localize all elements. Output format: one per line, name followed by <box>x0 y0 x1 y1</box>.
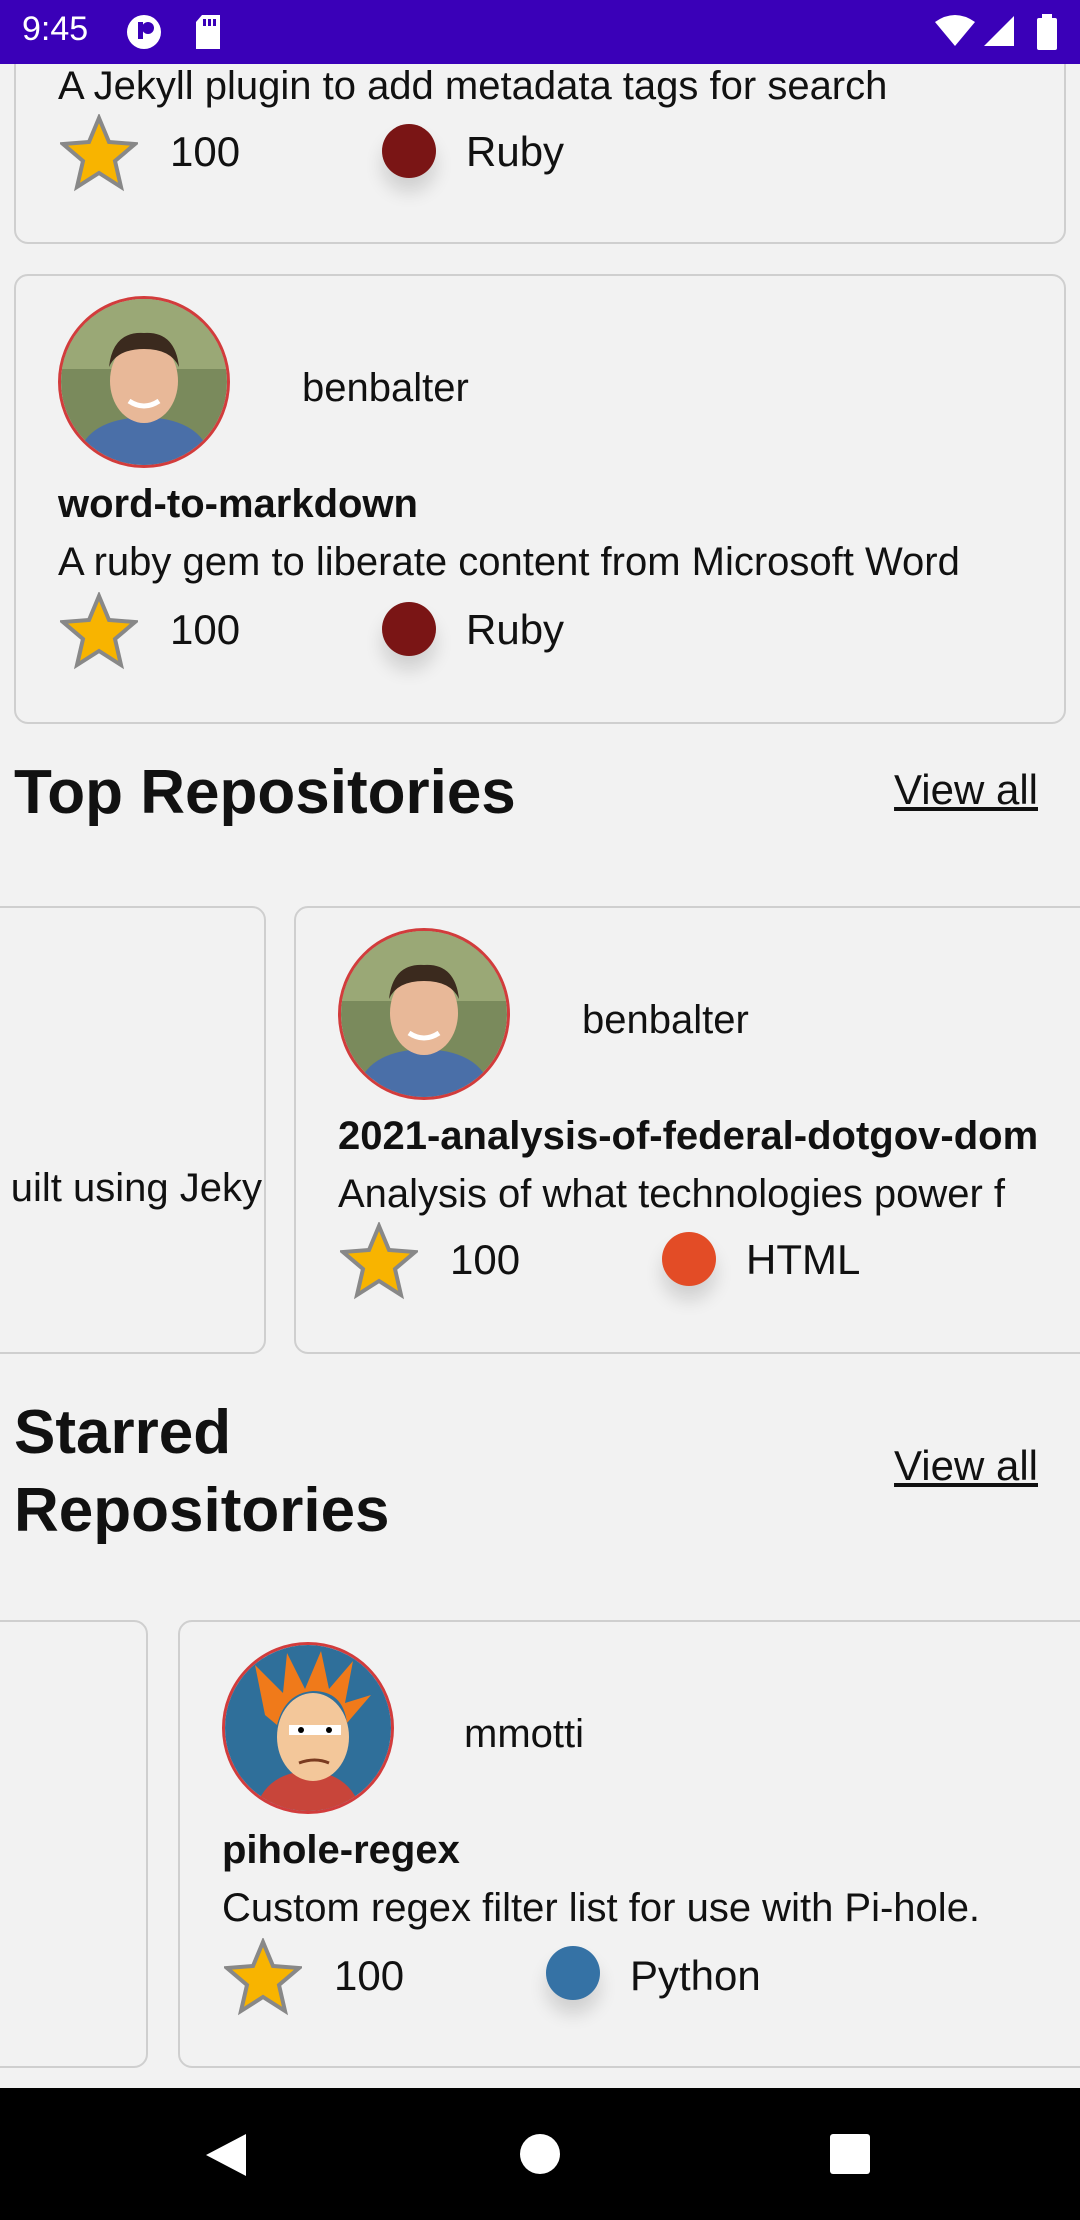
repo-description: Custom regex filter list for use with Pi… <box>222 1886 981 1930</box>
star-icon <box>60 592 138 670</box>
avatar <box>338 928 510 1100</box>
star-icon <box>60 114 138 192</box>
language-label: Ruby <box>466 128 565 175</box>
avatar-portrait-icon <box>61 299 227 465</box>
status-bar: 9:45 <box>0 0 1080 64</box>
system-navigation-bar <box>0 2088 1080 2220</box>
repo-description: A Jekyll plugin to add metadata tags for… <box>58 64 888 108</box>
view-all-top-repositories-link[interactable]: View all <box>894 766 1038 814</box>
avatar-cartoon-icon <box>225 1645 391 1811</box>
avatar-portrait-icon <box>341 931 507 1097</box>
star-icon <box>340 1222 418 1300</box>
repo-name: pihole-regex <box>222 1828 460 1872</box>
section-title-line: Repositories <box>14 1476 390 1545</box>
repo-owner: benbalter <box>582 998 749 1042</box>
avatar <box>222 1642 394 1814</box>
language-label: HTML <box>746 1236 861 1283</box>
status-time: 9:45 <box>22 10 89 48</box>
star-count: 100 <box>170 128 241 175</box>
scroll-content[interactable]: A Jekyll plugin to add metadata tags for… <box>0 64 1080 2088</box>
back-icon[interactable] <box>204 2132 248 2178</box>
language-color-dot <box>546 1946 600 2000</box>
section-title-line: Starred <box>14 1398 232 1467</box>
repo-name: word-to-markdown <box>58 482 418 526</box>
repo-card[interactable]: benbalter 2021-analysis-of-federal-dotgo… <box>294 906 1080 1354</box>
view-all-starred-repositories-link[interactable]: View all <box>894 1442 1038 1490</box>
home-icon[interactable] <box>518 2132 562 2176</box>
repo-owner: benbalter <box>302 366 469 410</box>
avatar <box>58 296 230 468</box>
repo-description-partial: uilt using Jeky <box>10 1166 262 1210</box>
sd-card-icon <box>196 15 220 49</box>
language-label: Ruby <box>466 606 565 653</box>
star-count: 100 <box>170 606 241 653</box>
battery-icon <box>1037 14 1057 50</box>
language-color-dot <box>382 602 436 656</box>
language-label: Python <box>630 1952 761 1999</box>
wifi-icon <box>935 15 975 46</box>
repo-card-partial[interactable] <box>0 1620 148 2068</box>
repo-name: 2021-analysis-of-federal-dotgov-dom <box>338 1114 1039 1158</box>
star-count: 100 <box>334 1952 405 1999</box>
notification-app-icon <box>127 15 161 49</box>
section-title-top-repositories: Top Repositories <box>14 758 516 827</box>
section-title-starred-repositories: Starred Repositories <box>14 1394 390 1550</box>
star-icon <box>224 1938 302 2016</box>
repo-owner: mmotti <box>464 1712 584 1756</box>
repo-card[interactable]: benbalter word-to-markdown A ruby gem to… <box>14 274 1066 724</box>
repo-card[interactable]: mmotti pihole-regex Custom regex filter … <box>178 1620 1080 2068</box>
language-color-dot <box>662 1232 716 1286</box>
repo-description: Analysis of what technologies power f <box>338 1172 1006 1216</box>
repo-card-partial[interactable]: uilt using Jeky <box>0 906 266 1354</box>
repo-card[interactable]: A Jekyll plugin to add metadata tags for… <box>14 64 1066 244</box>
language-color-dot <box>382 124 436 178</box>
cell-signal-icon <box>984 16 1014 46</box>
repo-description: A ruby gem to liberate content from Micr… <box>58 540 960 584</box>
star-count: 100 <box>450 1236 521 1283</box>
recents-icon[interactable] <box>828 2132 872 2176</box>
